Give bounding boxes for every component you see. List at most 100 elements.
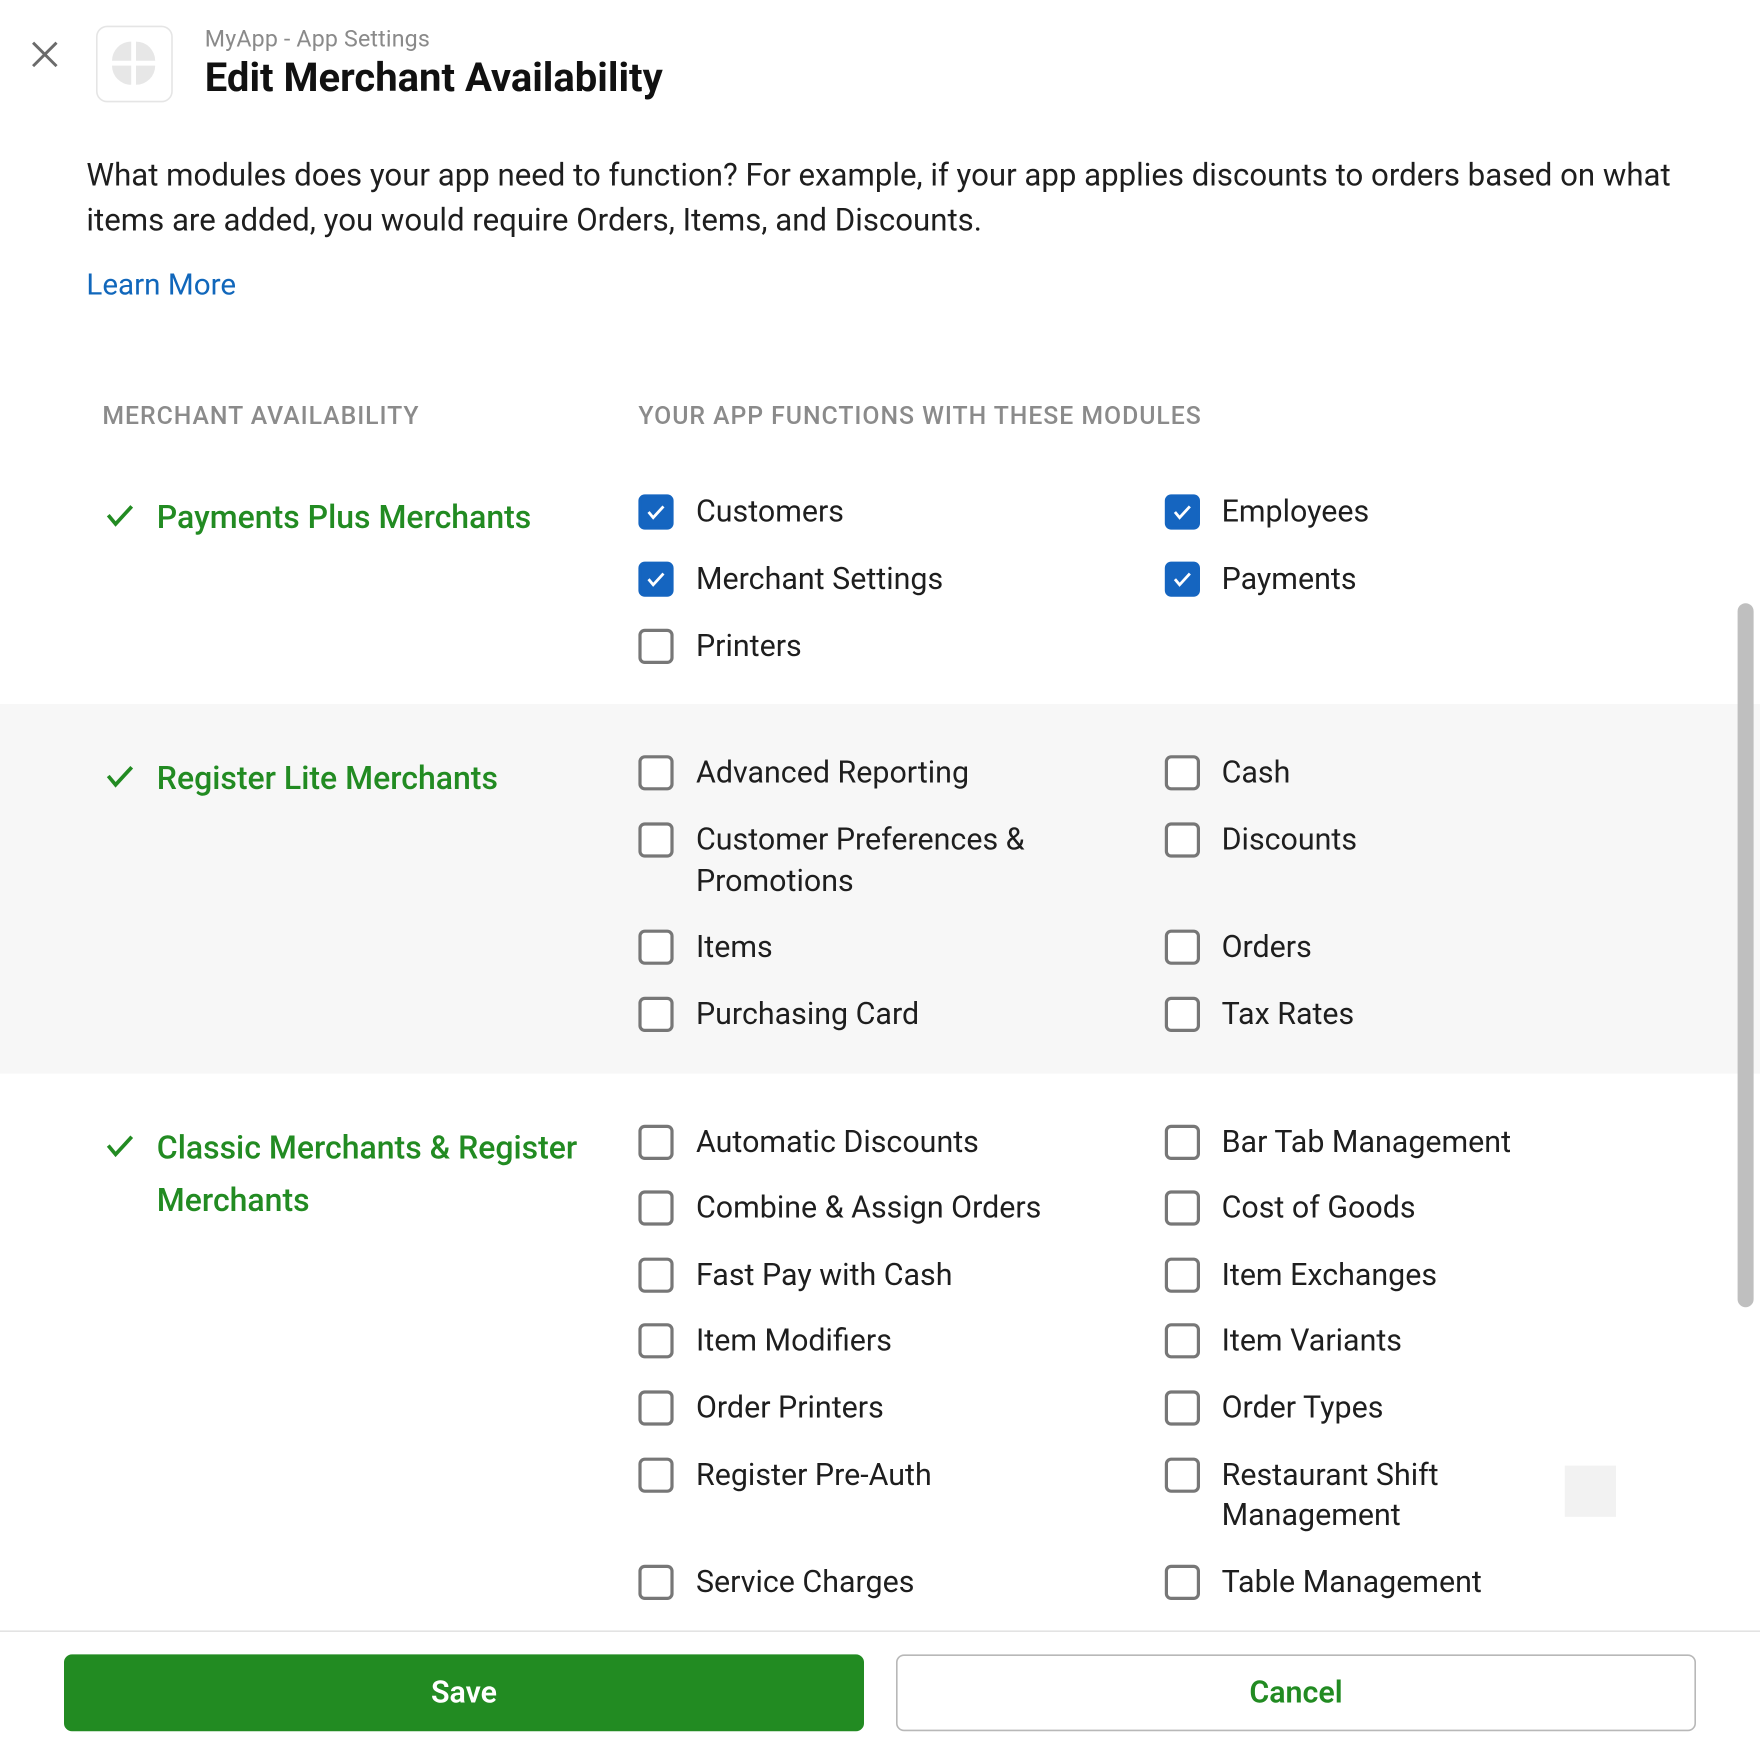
column-header-merchant: MERCHANT AVAILABILITY xyxy=(102,402,638,431)
module-label: Cost of Goods xyxy=(1222,1187,1416,1228)
module-checkbox[interactable] xyxy=(638,562,673,597)
module-item: Order Printers xyxy=(638,1387,1148,1428)
clover-icon xyxy=(112,42,157,87)
module-label: Table Management xyxy=(1222,1562,1482,1603)
module-label: Items xyxy=(696,927,773,968)
module-item: Cost of Goods xyxy=(1164,1187,1674,1228)
scrollbar-thumb[interactable] xyxy=(1738,604,1754,1308)
module-checkbox[interactable] xyxy=(638,1191,673,1226)
module-label: Item Modifiers xyxy=(696,1321,892,1362)
module-checkbox[interactable] xyxy=(1164,1391,1199,1426)
module-label: Payments xyxy=(1222,558,1357,599)
module-item: Tax Rates xyxy=(1164,993,1674,1034)
module-checkbox[interactable] xyxy=(1164,997,1199,1032)
module-checkbox[interactable] xyxy=(1164,822,1199,857)
module-label: Weigh Per-Unit Items xyxy=(696,1628,979,1629)
module-checkbox[interactable] xyxy=(638,822,673,857)
module-item: Purchasing Card xyxy=(638,993,1148,1034)
merchant-tier-label: Payments Plus Merchants xyxy=(157,492,531,545)
module-label: Combine & Assign Orders xyxy=(696,1187,1041,1228)
module-item: Employees xyxy=(1164,492,1674,533)
module-item: Discounts xyxy=(1164,819,1674,901)
merchant-tier: Classic Merchants & Register Merchants xyxy=(102,1121,638,1630)
module-checkbox[interactable] xyxy=(1164,1124,1199,1159)
module-checkbox[interactable] xyxy=(638,1391,673,1426)
module-label: Advanced Reporting xyxy=(696,752,969,793)
breadcrumb: MyApp - App Settings xyxy=(205,26,663,53)
module-checkbox[interactable] xyxy=(1164,1191,1199,1226)
module-item: Items xyxy=(638,927,1148,968)
module-label: Customer Preferences & Promotions xyxy=(696,819,1096,901)
module-checkbox[interactable] xyxy=(638,1324,673,1359)
merchant-tier: Register Lite Merchants xyxy=(102,752,638,1034)
module-checkbox[interactable] xyxy=(638,1457,673,1492)
module-label: Order Printers xyxy=(696,1387,884,1428)
module-label: Cash xyxy=(1222,752,1291,793)
close-button[interactable] xyxy=(16,26,74,84)
section-register-lite: Register Lite Merchants Advanced Reportin… xyxy=(0,704,1760,1072)
save-button[interactable]: Save xyxy=(64,1654,864,1731)
module-item: Combine & Assign Orders xyxy=(638,1187,1148,1228)
module-checkbox[interactable] xyxy=(1164,1457,1199,1492)
module-checkbox[interactable] xyxy=(1164,1257,1199,1292)
module-item: Merchant Settings xyxy=(638,558,1148,599)
intro-text: What modules does your app need to funct… xyxy=(86,154,1673,243)
module-label: Order Types xyxy=(1222,1387,1384,1428)
module-checkbox[interactable] xyxy=(1164,930,1199,965)
module-checkbox[interactable] xyxy=(1164,1324,1199,1359)
module-checkbox[interactable] xyxy=(638,997,673,1032)
module-checkbox[interactable] xyxy=(638,1257,673,1292)
module-checkbox[interactable] xyxy=(638,930,673,965)
module-checkbox[interactable] xyxy=(638,1124,673,1159)
corner-widget xyxy=(1565,1465,1616,1516)
module-item: Advanced Reporting xyxy=(638,752,1148,793)
check-icon xyxy=(102,498,137,540)
module-checkbox[interactable] xyxy=(638,1565,673,1600)
module-label: Printers xyxy=(696,625,802,666)
module-label: Employees xyxy=(1222,492,1370,533)
module-label: Item Variants xyxy=(1222,1321,1402,1362)
module-checkbox[interactable] xyxy=(638,495,673,530)
page-title: Edit Merchant Availability xyxy=(205,56,663,102)
module-grid: Customers Employees Merchant Settings Payme… xyxy=(638,492,1673,666)
learn-more-link[interactable]: Learn More xyxy=(86,268,236,303)
module-grid: Automatic DiscountsBar Tab ManagementCom… xyxy=(638,1121,1673,1630)
module-item: Table Management xyxy=(1164,1562,1674,1603)
module-checkbox[interactable] xyxy=(638,628,673,663)
content-scroll[interactable]: Payments Plus Merchants Customers Employee… xyxy=(0,444,1760,1630)
section-classic-register: Classic Merchants & Register MerchantsAu… xyxy=(0,1073,1760,1630)
merchant-tier-label: Classic Merchants & Register Merchants xyxy=(157,1121,639,1227)
app-icon xyxy=(96,26,173,103)
module-item: Item Variants xyxy=(1164,1321,1674,1362)
module-item: Register Pre-Auth xyxy=(638,1454,1148,1536)
module-checkbox[interactable] xyxy=(1164,1565,1199,1600)
merchant-tier: Payments Plus Merchants xyxy=(102,492,638,666)
module-grid: Advanced Reporting Cash Customer Preferenc… xyxy=(638,752,1673,1034)
module-label: Item Exchanges xyxy=(1222,1254,1437,1295)
merchant-tier-label: Register Lite Merchants xyxy=(157,752,498,805)
check-icon xyxy=(102,1127,137,1169)
module-label: Merchant Settings xyxy=(696,558,943,599)
module-item: Orders xyxy=(1164,927,1674,968)
module-item: Fast Pay with Cash xyxy=(638,1254,1148,1295)
module-label: Orders xyxy=(1222,927,1312,968)
module-item: Item Exchanges xyxy=(1164,1254,1674,1295)
module-item: Cash xyxy=(1164,752,1674,793)
module-label: Automatic Discounts xyxy=(696,1121,979,1162)
module-label: Tax Rates xyxy=(1222,993,1355,1034)
module-label: Service Charges xyxy=(696,1562,914,1603)
column-header-modules: YOUR APP FUNCTIONS WITH THESE MODULES xyxy=(638,402,1673,431)
module-label: Discounts xyxy=(1222,819,1357,860)
module-item: Service Charges xyxy=(638,1562,1148,1603)
module-item: Customer Preferences & Promotions xyxy=(638,819,1148,901)
module-label: Customers xyxy=(696,492,844,533)
cancel-button[interactable]: Cancel xyxy=(896,1654,1696,1731)
module-item: Printers xyxy=(638,625,1148,666)
module-item: Item Modifiers xyxy=(638,1321,1148,1362)
module-checkbox[interactable] xyxy=(1164,562,1199,597)
module-item: Customers xyxy=(638,492,1148,533)
module-checkbox[interactable] xyxy=(1164,756,1199,791)
module-checkbox[interactable] xyxy=(638,756,673,791)
module-checkbox[interactable] xyxy=(1164,495,1199,530)
module-item: Automatic Discounts xyxy=(638,1121,1148,1162)
